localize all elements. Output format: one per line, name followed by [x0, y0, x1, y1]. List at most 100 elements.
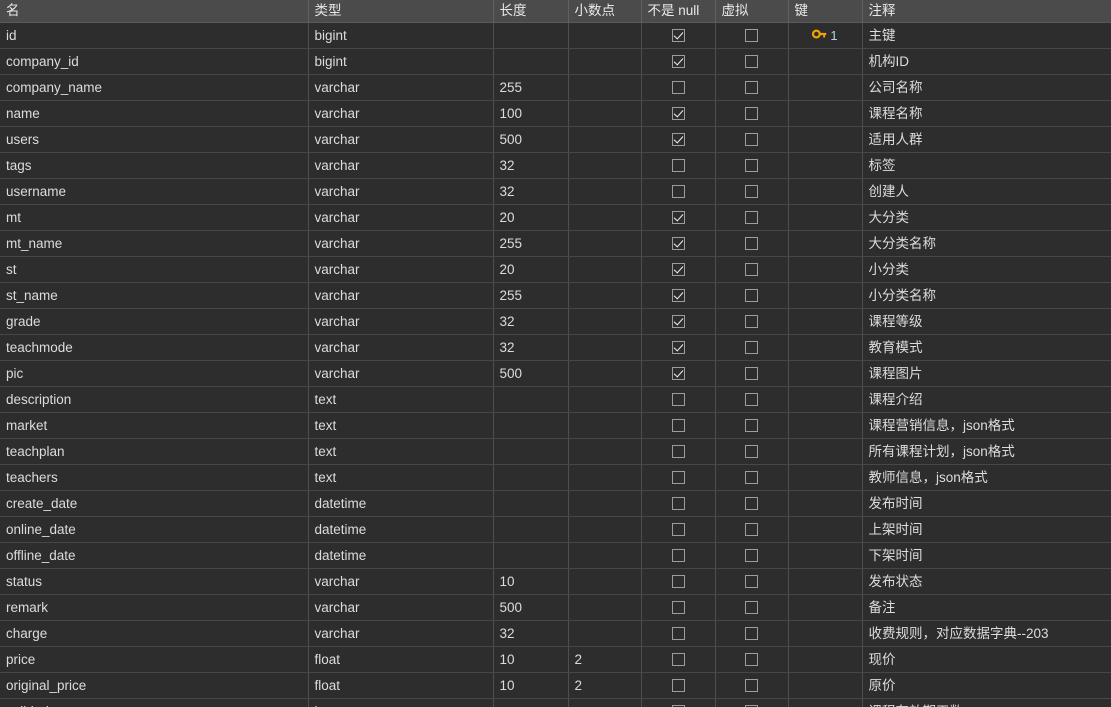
- cell-field-notnull[interactable]: [641, 569, 715, 595]
- cell-field-type[interactable]: varchar: [308, 621, 493, 647]
- checkbox-unchecked-icon[interactable]: [672, 575, 685, 588]
- table-row[interactable]: mtvarchar20大分类: [0, 205, 1111, 231]
- cell-field-length[interactable]: 32: [493, 335, 568, 361]
- cell-field-comment[interactable]: 现价: [862, 647, 1111, 673]
- cell-field-comment[interactable]: 小分类: [862, 257, 1111, 283]
- cell-field-virtual[interactable]: [715, 101, 788, 127]
- cell-field-comment[interactable]: 所有课程计划，json格式: [862, 439, 1111, 465]
- table-row[interactable]: statusvarchar10发布状态: [0, 569, 1111, 595]
- cell-field-key[interactable]: [788, 361, 862, 387]
- cell-field-length[interactable]: [493, 543, 568, 569]
- cell-field-decimals[interactable]: [568, 621, 641, 647]
- checkbox-unchecked-icon[interactable]: [745, 159, 758, 172]
- table-row[interactable]: stvarchar20小分类: [0, 257, 1111, 283]
- cell-field-type[interactable]: varchar: [308, 153, 493, 179]
- column-header-name[interactable]: 名: [0, 0, 308, 23]
- cell-field-length[interactable]: 500: [493, 361, 568, 387]
- cell-field-length[interactable]: [493, 465, 568, 491]
- cell-field-length[interactable]: [493, 699, 568, 707]
- checkbox-unchecked-icon[interactable]: [745, 55, 758, 68]
- cell-field-name[interactable]: original_price: [0, 673, 308, 699]
- table-row[interactable]: chargevarchar32收费规则，对应数据字典--203: [0, 621, 1111, 647]
- table-row[interactable]: markettext课程营销信息，json格式: [0, 413, 1111, 439]
- checkbox-unchecked-icon[interactable]: [745, 549, 758, 562]
- column-header-virtual[interactable]: 虚拟: [715, 0, 788, 23]
- cell-field-decimals[interactable]: [568, 387, 641, 413]
- cell-field-name[interactable]: teachmode: [0, 335, 308, 361]
- checkbox-unchecked-icon[interactable]: [745, 653, 758, 666]
- cell-field-length[interactable]: 500: [493, 595, 568, 621]
- cell-field-key[interactable]: [788, 491, 862, 517]
- cell-field-name[interactable]: users: [0, 127, 308, 153]
- cell-field-notnull[interactable]: [641, 673, 715, 699]
- cell-field-virtual[interactable]: [715, 387, 788, 413]
- cell-field-type[interactable]: varchar: [308, 75, 493, 101]
- cell-field-decimals[interactable]: [568, 699, 641, 707]
- cell-field-virtual[interactable]: [715, 153, 788, 179]
- cell-field-comment[interactable]: 主键: [862, 23, 1111, 49]
- checkbox-unchecked-icon[interactable]: [745, 211, 758, 224]
- cell-field-type[interactable]: varchar: [308, 361, 493, 387]
- table-row[interactable]: company_idbigint机构ID: [0, 49, 1111, 75]
- checkbox-checked-icon[interactable]: [672, 263, 685, 276]
- cell-field-key[interactable]: [788, 439, 862, 465]
- cell-field-key[interactable]: [788, 179, 862, 205]
- checkbox-unchecked-icon[interactable]: [745, 185, 758, 198]
- cell-field-type[interactable]: varchar: [308, 569, 493, 595]
- cell-field-key[interactable]: [788, 647, 862, 673]
- checkbox-unchecked-icon[interactable]: [745, 341, 758, 354]
- checkbox-unchecked-icon[interactable]: [745, 497, 758, 510]
- table-row[interactable]: st_namevarchar255小分类名称: [0, 283, 1111, 309]
- cell-field-comment[interactable]: 创建人: [862, 179, 1111, 205]
- cell-field-length[interactable]: 32: [493, 309, 568, 335]
- cell-field-decimals[interactable]: 2: [568, 647, 641, 673]
- cell-field-name[interactable]: mt_name: [0, 231, 308, 257]
- cell-field-key[interactable]: [788, 153, 862, 179]
- cell-field-notnull[interactable]: [641, 413, 715, 439]
- cell-field-type[interactable]: text: [308, 387, 493, 413]
- checkbox-unchecked-icon[interactable]: [745, 419, 758, 432]
- cell-field-comment[interactable]: 下架时间: [862, 543, 1111, 569]
- cell-field-decimals[interactable]: [568, 335, 641, 361]
- cell-field-decimals[interactable]: [568, 283, 641, 309]
- cell-field-notnull[interactable]: [641, 621, 715, 647]
- cell-field-notnull[interactable]: [641, 517, 715, 543]
- checkbox-checked-icon[interactable]: [672, 211, 685, 224]
- cell-field-name[interactable]: online_date: [0, 517, 308, 543]
- cell-field-decimals[interactable]: [568, 153, 641, 179]
- cell-field-type[interactable]: datetime: [308, 517, 493, 543]
- cell-field-virtual[interactable]: [715, 647, 788, 673]
- checkbox-unchecked-icon[interactable]: [745, 81, 758, 94]
- checkbox-unchecked-icon[interactable]: [672, 419, 685, 432]
- checkbox-unchecked-icon[interactable]: [672, 627, 685, 640]
- cell-field-decimals[interactable]: [568, 413, 641, 439]
- checkbox-unchecked-icon[interactable]: [672, 81, 685, 94]
- cell-field-name[interactable]: create_date: [0, 491, 308, 517]
- cell-field-comment[interactable]: 课程营销信息，json格式: [862, 413, 1111, 439]
- table-row[interactable]: idbigint1主键: [0, 23, 1111, 49]
- cell-field-decimals[interactable]: [568, 309, 641, 335]
- cell-field-decimals[interactable]: [568, 569, 641, 595]
- cell-field-name[interactable]: status: [0, 569, 308, 595]
- checkbox-unchecked-icon[interactable]: [745, 133, 758, 146]
- cell-field-length[interactable]: 100: [493, 101, 568, 127]
- cell-field-notnull[interactable]: [641, 465, 715, 491]
- table-row[interactable]: tagsvarchar32标签: [0, 153, 1111, 179]
- table-row[interactable]: company_namevarchar255公司名称: [0, 75, 1111, 101]
- cell-field-key[interactable]: [788, 127, 862, 153]
- cell-field-comment[interactable]: 大分类: [862, 205, 1111, 231]
- cell-field-virtual[interactable]: [715, 205, 788, 231]
- cell-field-comment[interactable]: 课程等级: [862, 309, 1111, 335]
- cell-field-decimals[interactable]: [568, 465, 641, 491]
- cell-field-type[interactable]: varchar: [308, 257, 493, 283]
- column-header-notnull[interactable]: 不是 null: [641, 0, 715, 23]
- cell-field-type[interactable]: varchar: [308, 335, 493, 361]
- checkbox-checked-icon[interactable]: [672, 55, 685, 68]
- cell-field-decimals[interactable]: [568, 543, 641, 569]
- cell-field-name[interactable]: id: [0, 23, 308, 49]
- checkbox-checked-icon[interactable]: [672, 133, 685, 146]
- table-row[interactable]: valid_daysint课程有效期天数: [0, 699, 1111, 707]
- cell-field-comment[interactable]: 上架时间: [862, 517, 1111, 543]
- cell-field-virtual[interactable]: [715, 335, 788, 361]
- cell-field-key[interactable]: [788, 595, 862, 621]
